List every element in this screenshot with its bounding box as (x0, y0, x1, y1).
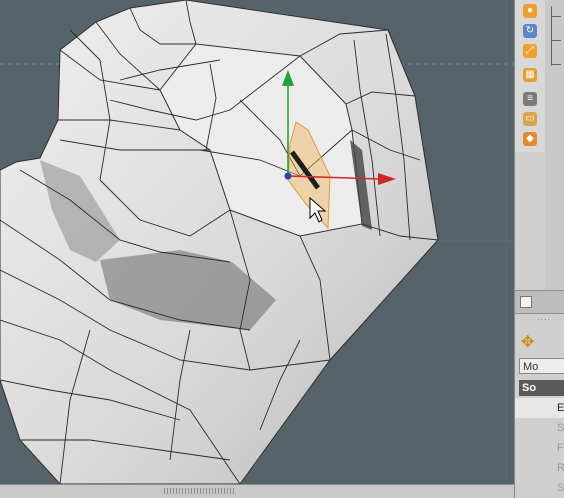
list-item[interactable]: S (515, 478, 564, 498)
section-tab[interactable]: So (519, 380, 564, 396)
mesh-render (0, 0, 514, 484)
axis-icon[interactable]: ● (523, 4, 537, 18)
axis-z-handle (284, 172, 292, 180)
layers-icon[interactable]: ≡ (523, 92, 537, 106)
list-item[interactable]: R (515, 458, 564, 478)
move-icon[interactable]: ✥ (521, 334, 539, 352)
list-item[interactable]: S (515, 418, 564, 438)
cube-icon[interactable]: ◆ (523, 132, 537, 146)
mode-dropdown[interactable]: Mo (519, 358, 564, 374)
checkbox[interactable] (520, 296, 532, 308)
3d-viewport[interactable] (0, 0, 514, 484)
tool-strip: ● ↻ ⤢ ▦ ≡ ▭ ◆ (515, 0, 546, 152)
align-icon[interactable]: ▭ (523, 112, 537, 126)
horizontal-scrollbar[interactable] (0, 484, 514, 498)
scroll-grip[interactable] (164, 488, 236, 494)
panel-splitter[interactable] (515, 290, 564, 314)
grip-dots-icon: ∙∙∙∙ (537, 314, 552, 324)
list-item[interactable]: F (515, 438, 564, 458)
scale-icon[interactable]: ⤢ (523, 44, 537, 58)
grid-icon[interactable]: ▦ (523, 68, 537, 82)
property-list: E S F R S (515, 398, 564, 498)
attribute-panel: ● ↻ ⤢ ▦ ≡ ▭ ◆ ∙∙∙∙ ✥ Mo So E S F R S (514, 0, 564, 498)
viewport-edge (506, 0, 507, 484)
rotate-icon[interactable]: ↻ (523, 24, 537, 38)
object-tree (545, 0, 564, 290)
list-item[interactable]: E (515, 398, 564, 418)
